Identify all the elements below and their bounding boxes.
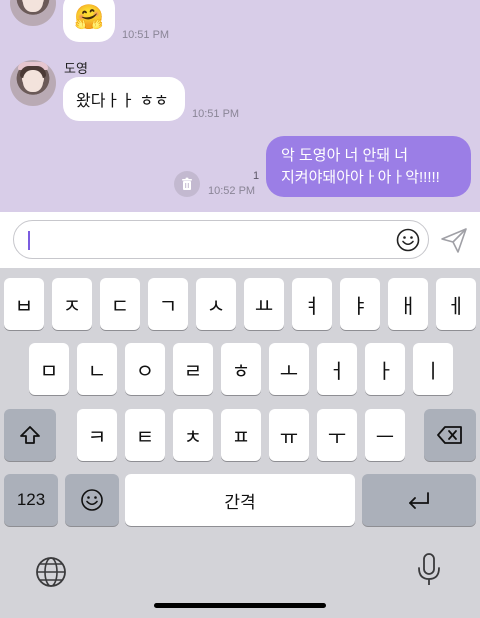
key[interactable]: ㅊ [173, 409, 213, 461]
message-bubble[interactable]: 왔다ㅏㅏ ㅎㅎ [63, 77, 185, 121]
key[interactable]: ㄹ [173, 343, 213, 395]
message-text: 왔다ㅏㅏ ㅎㅎ [76, 93, 169, 110]
message-bubble-emoji[interactable]: 🤗 [63, 0, 115, 42]
message-text: 지켜야돼아아ㅏ아ㅏ악!!!!! [281, 169, 440, 186]
numbers-key[interactable]: 123 [4, 474, 58, 526]
key[interactable]: ㅅ [196, 278, 236, 330]
return-key[interactable] [362, 474, 476, 526]
emoji-key[interactable] [65, 474, 119, 526]
shift-icon [20, 426, 40, 444]
shift-key[interactable] [4, 409, 56, 461]
key[interactable]: ㅕ [292, 278, 332, 330]
key[interactable]: ㅛ [244, 278, 284, 330]
text-caret [28, 231, 30, 250]
avatar[interactable] [10, 0, 56, 26]
message-input[interactable] [13, 220, 429, 259]
message-input-bar [0, 212, 480, 268]
send-icon[interactable] [440, 226, 468, 254]
backspace-icon [437, 426, 462, 444]
message-time: 10:51 PM [192, 108, 240, 120]
key[interactable]: ㅂ [4, 278, 44, 330]
key[interactable]: ㅡ [365, 409, 405, 461]
key[interactable]: ㅌ [125, 409, 165, 461]
avatar[interactable] [10, 60, 56, 106]
key[interactable]: ㅁ [29, 343, 69, 395]
key[interactable]: ㄱ [148, 278, 188, 330]
sender-name: 도영 [64, 61, 88, 76]
emoji-icon[interactable] [396, 228, 420, 252]
space-key[interactable]: 간격 [125, 474, 355, 526]
home-indicator[interactable] [154, 603, 326, 608]
key[interactable]: ㅔ [436, 278, 476, 330]
key[interactable]: ㄷ [100, 278, 140, 330]
key[interactable]: ㄴ [77, 343, 117, 395]
delete-button[interactable] [174, 171, 200, 197]
key[interactable]: ㅜ [317, 409, 357, 461]
trash-icon [182, 177, 192, 190]
key[interactable]: ㅈ [52, 278, 92, 330]
microphone-icon[interactable] [415, 552, 443, 588]
message-bubble-outgoing[interactable]: 악 도영아 너 안돼 너 지켜야돼아아ㅏ아ㅏ악!!!!! [266, 136, 471, 197]
return-icon [409, 492, 429, 509]
key[interactable]: ㅓ [317, 343, 357, 395]
key[interactable]: ㅇ [125, 343, 165, 395]
key[interactable]: ㅍ [221, 409, 261, 461]
key[interactable]: ㅎ [221, 343, 261, 395]
chat-area: 🤗 10:51 PM 도영 왔다ㅏㅏ ㅎㅎ 10:51 PM 1 10:52 P… [0, 0, 480, 212]
emoji-icon [81, 489, 103, 511]
backspace-key[interactable] [424, 409, 476, 461]
hug-emoji: 🤗 [74, 3, 104, 31]
key[interactable]: ㅣ [413, 343, 453, 395]
key[interactable]: ㅐ [388, 278, 428, 330]
key[interactable]: ㅑ [340, 278, 380, 330]
globe-icon[interactable] [35, 556, 67, 588]
unread-count: 1 [253, 170, 260, 182]
key[interactable]: ㅗ [269, 343, 309, 395]
message-time: 10:51 PM [122, 29, 170, 41]
message-text: 악 도영아 너 안돼 너 [281, 147, 409, 164]
key[interactable]: ㅠ [269, 409, 309, 461]
key[interactable]: ㅋ [77, 409, 117, 461]
key[interactable]: ㅏ [365, 343, 405, 395]
message-time: 10:52 PM [208, 185, 256, 197]
